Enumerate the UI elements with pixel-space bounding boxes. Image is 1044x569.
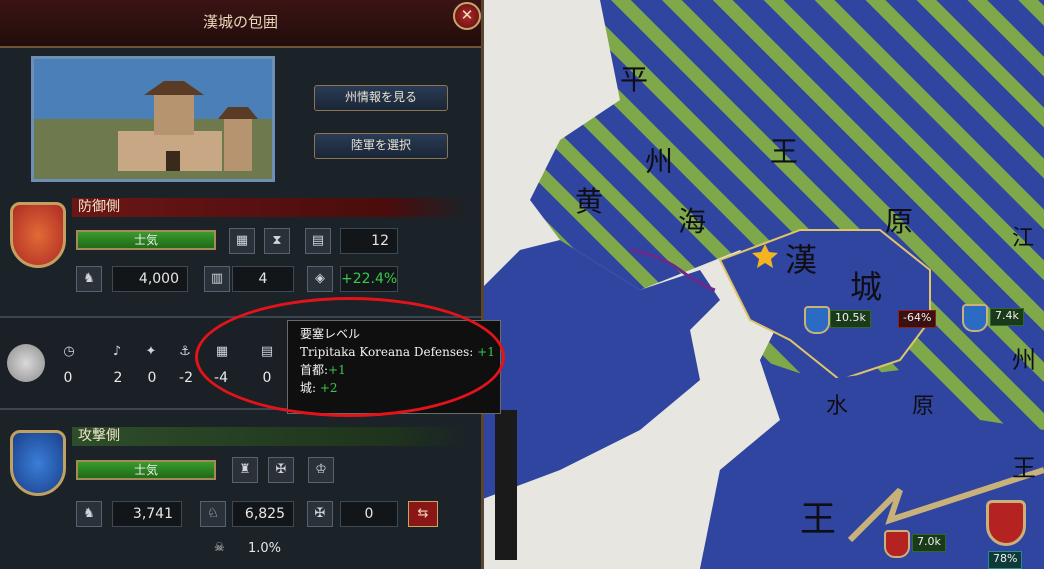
attacker-cavalry: 6,825 (232, 501, 294, 527)
defense-bonus-value: +22.4% (340, 266, 398, 292)
map-label: 原 (912, 394, 935, 419)
cavalry-icon: ♘ (200, 501, 226, 527)
fort-icon: ▦ (229, 228, 255, 254)
general-icon: ♔ (308, 457, 334, 483)
map-label: 水 (826, 394, 849, 419)
view-province-button[interactable]: 州情報を見る (314, 85, 448, 111)
map-label: 江 (1012, 226, 1035, 251)
horn-icon: ♪ (112, 344, 122, 359)
map-label: 王 (1012, 454, 1036, 482)
map-label: 州 (645, 145, 674, 178)
dice-value: 0 (63, 370, 73, 386)
infantry-icon: ♞ (76, 501, 102, 527)
defender-shield-icon[interactable] (10, 202, 66, 268)
cannon-icon: ✦ (145, 344, 157, 359)
garrison-icon: ▥ (204, 266, 230, 292)
siege-status-indicator (7, 344, 45, 382)
attacker-infantry: 3,741 (112, 501, 182, 527)
map-label: 漢 (785, 241, 818, 279)
defender-morale-bar: 士気 (76, 230, 216, 250)
defender-troops: 4,000 (112, 266, 188, 292)
attacker-shield-icon[interactable] (10, 430, 66, 496)
map-label: 海 (678, 205, 707, 238)
garrison-count: 4 (232, 266, 294, 292)
map-label: 原 (885, 205, 914, 238)
army-strength: 10.5k (830, 310, 871, 328)
title-bar: 漢城の包囲 ✕ (0, 0, 481, 48)
blockade-icon: ⚓ (179, 344, 191, 359)
artillery-icon: ✠ (307, 501, 333, 527)
attacker-header: 攻撃側 (72, 427, 468, 446)
defender-header: 防御側 (72, 198, 468, 217)
clock-icon: ◷ (63, 344, 75, 359)
defense-bonus-icon: ◈ (307, 266, 333, 292)
map-label: 平 (620, 63, 649, 96)
select-army-button[interactable]: 陸軍を選択 (314, 133, 448, 159)
map-label: 王 (770, 135, 799, 168)
map-label: 黄 (575, 185, 604, 218)
map-label: 王 (800, 499, 837, 540)
siege-progress: 78% (988, 551, 1023, 569)
highlight-ellipse (195, 297, 505, 417)
skull-icon: ☠ (214, 540, 225, 554)
stat-value: -2 (179, 370, 193, 386)
map-label: 城 (850, 268, 883, 306)
fort-image (31, 56, 275, 182)
shield-icon (884, 530, 910, 558)
stat-value: 2 (113, 370, 123, 386)
map-label: 州 (1012, 346, 1036, 374)
attacker-morale-bar: 士気 (76, 460, 216, 480)
retreat-button[interactable]: ⇆ (408, 501, 438, 527)
shield-icon (804, 306, 830, 334)
hourglass-icon: ⧗ (264, 228, 290, 254)
artillery-icon: ✠ (268, 457, 294, 483)
army-strength: 7.4k (990, 308, 1024, 326)
siege-shield-icon[interactable] (986, 500, 1026, 546)
walls-icon: ▤ (305, 228, 331, 254)
infantry-icon: ♞ (76, 266, 102, 292)
army-icon: ♜ (232, 457, 258, 483)
attacker-artillery: 0 (340, 501, 398, 527)
siege-panel: 漢城の包囲 ✕ 州情報を見る 陸軍を選択 防御側 士気 ▦ ⧗ ▤ 12 ♞ 4… (0, 0, 484, 569)
window-title: 漢城の包囲 (202, 13, 278, 31)
stat-value: 0 (147, 370, 157, 386)
army-strength: 7.0k (912, 534, 946, 552)
close-icon[interactable]: ✕ (453, 2, 481, 30)
attacker-loss: 1.0% (248, 541, 282, 556)
fort-level-value: 12 (340, 228, 398, 254)
siege-progress: -64% (898, 310, 937, 328)
shield-icon (962, 304, 988, 332)
